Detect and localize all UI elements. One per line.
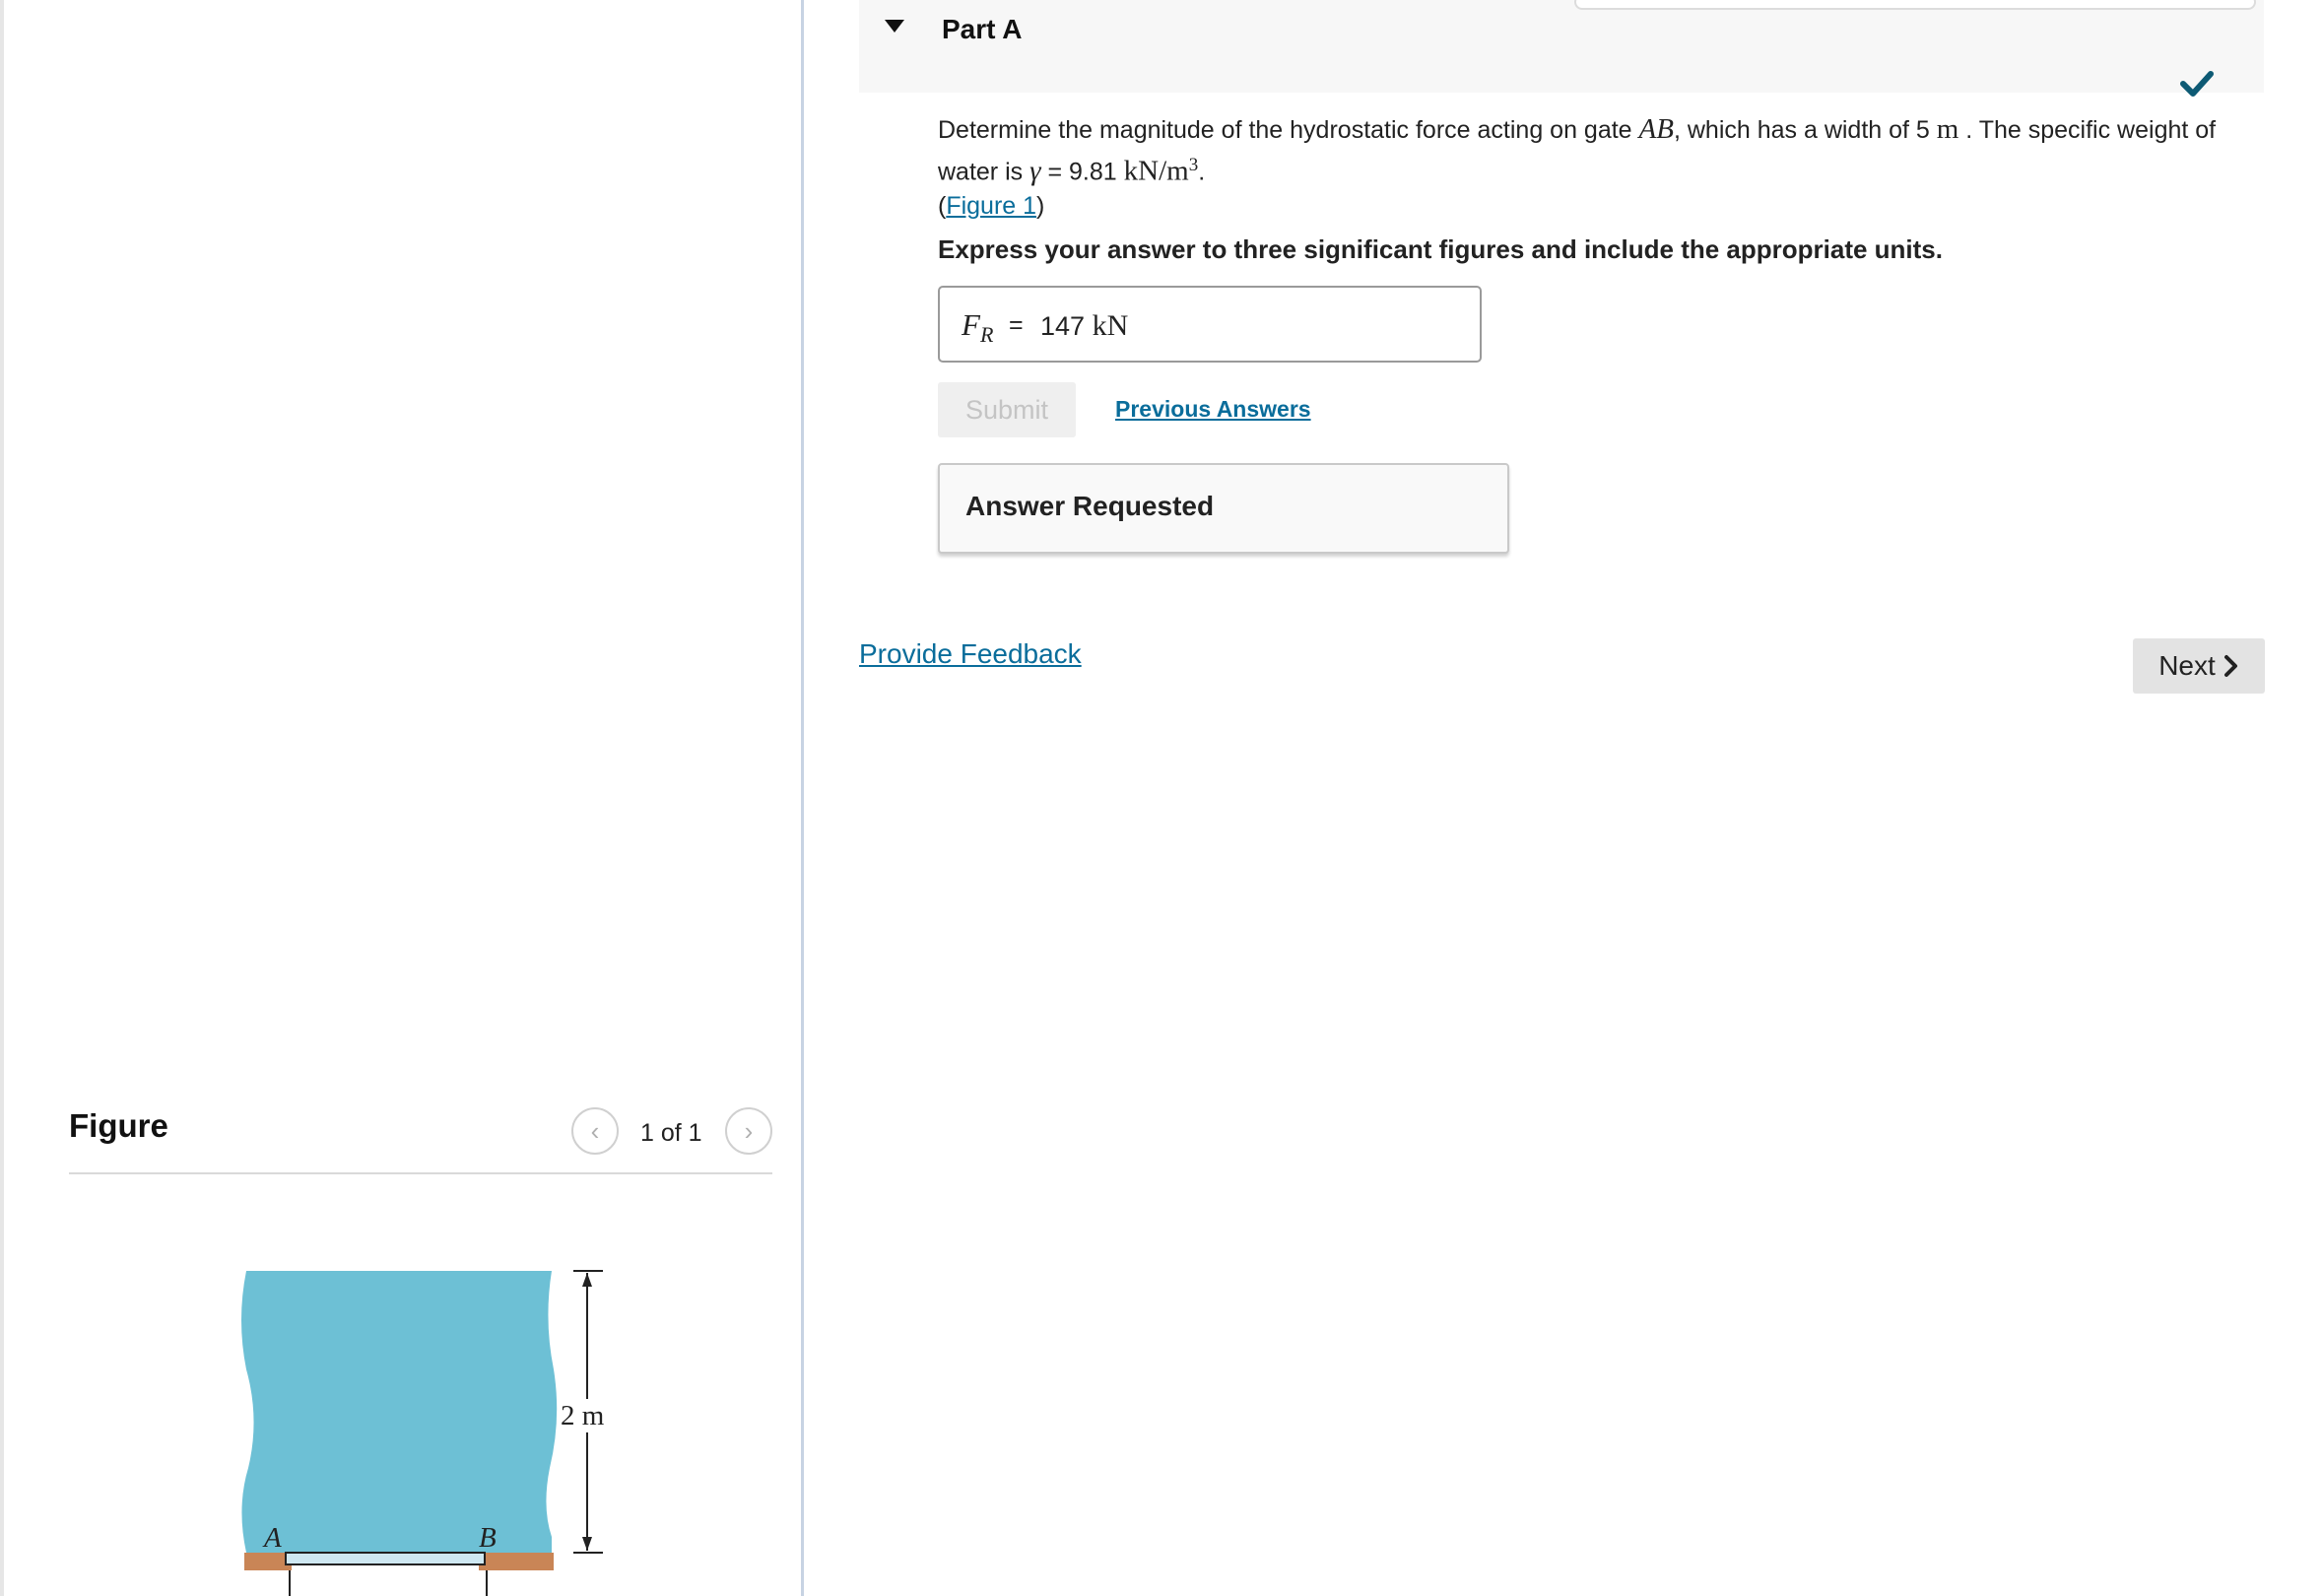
question-part-2: , which has a width of 5 [1673, 116, 1937, 144]
submit-button[interactable]: Submit [938, 382, 1076, 437]
part-header-tab [1574, 0, 2256, 10]
figure-header: Figure ‹ 1 of 1 › [69, 1094, 772, 1174]
width-unit: m [1936, 113, 1959, 145]
gamma-exponent: 3 [1188, 155, 1199, 175]
ground-left [244, 1553, 292, 1570]
gate-label: AB [1638, 113, 1674, 145]
checkmark-icon [2180, 71, 2214, 97]
answer-unit: kN [1092, 309, 1129, 342]
part-title: Part A [942, 14, 1023, 44]
figure-image: 2 m A B [241, 1270, 619, 1596]
figure-link-close: ) [1036, 192, 1045, 221]
chevron-right-icon [2223, 655, 2237, 677]
gamma-symbol: γ [1029, 155, 1041, 187]
figure-pager-text: 1 of 1 [640, 1119, 702, 1147]
gamma-unit: kN/m [1123, 155, 1189, 187]
answer-number: 147 [1040, 311, 1086, 341]
part-header[interactable]: Part A [859, 0, 2264, 93]
provide-feedback-link[interactable]: Provide Feedback [859, 638, 1082, 670]
dimension-arrow-bottom [582, 1537, 592, 1551]
question-text: Determine the magnitude of the hydrostat… [938, 112, 2278, 224]
caret-down-icon[interactable] [885, 20, 904, 33]
ground-right [479, 1553, 554, 1570]
label-b: B [479, 1522, 497, 1554]
previous-answers-link[interactable]: Previous Answers [1115, 396, 1311, 423]
figure-link[interactable]: Figure 1 [946, 192, 1036, 220]
water-body [241, 1271, 558, 1553]
answer-field[interactable]: FR = 147 kN [938, 286, 1482, 363]
figure-title: Figure [69, 1107, 168, 1144]
next-button[interactable]: Next [2133, 638, 2265, 694]
answer-value: 147 kN [1040, 309, 1128, 343]
question-part-5: . [1198, 158, 1206, 186]
dimension-arrow-top [582, 1273, 592, 1287]
instruction-text: Express your answer to three significant… [938, 234, 1943, 264]
chevron-right-icon: › [744, 1115, 754, 1146]
answer-status-box: Answer Requested [938, 463, 1509, 554]
answer-equals: = [1009, 311, 1024, 339]
question-part-4: = 9.81 [1040, 158, 1124, 186]
next-figure-button[interactable]: › [725, 1107, 772, 1155]
dimension-label: 2 m [561, 1400, 605, 1431]
answer-variable: FR [962, 307, 993, 348]
label-a: A [262, 1522, 282, 1554]
gate-ab [285, 1552, 486, 1565]
chevron-left-icon: ‹ [590, 1115, 600, 1146]
previous-figure-button[interactable]: ‹ [571, 1107, 619, 1155]
next-button-label: Next [2158, 650, 2216, 681]
question-part-1: Determine the magnitude of the hydrostat… [938, 116, 1639, 144]
answer-status-text: Answer Requested [965, 491, 1215, 521]
answer-variable-subscript: R [979, 322, 994, 348]
answer-variable-letter: F [962, 307, 980, 342]
